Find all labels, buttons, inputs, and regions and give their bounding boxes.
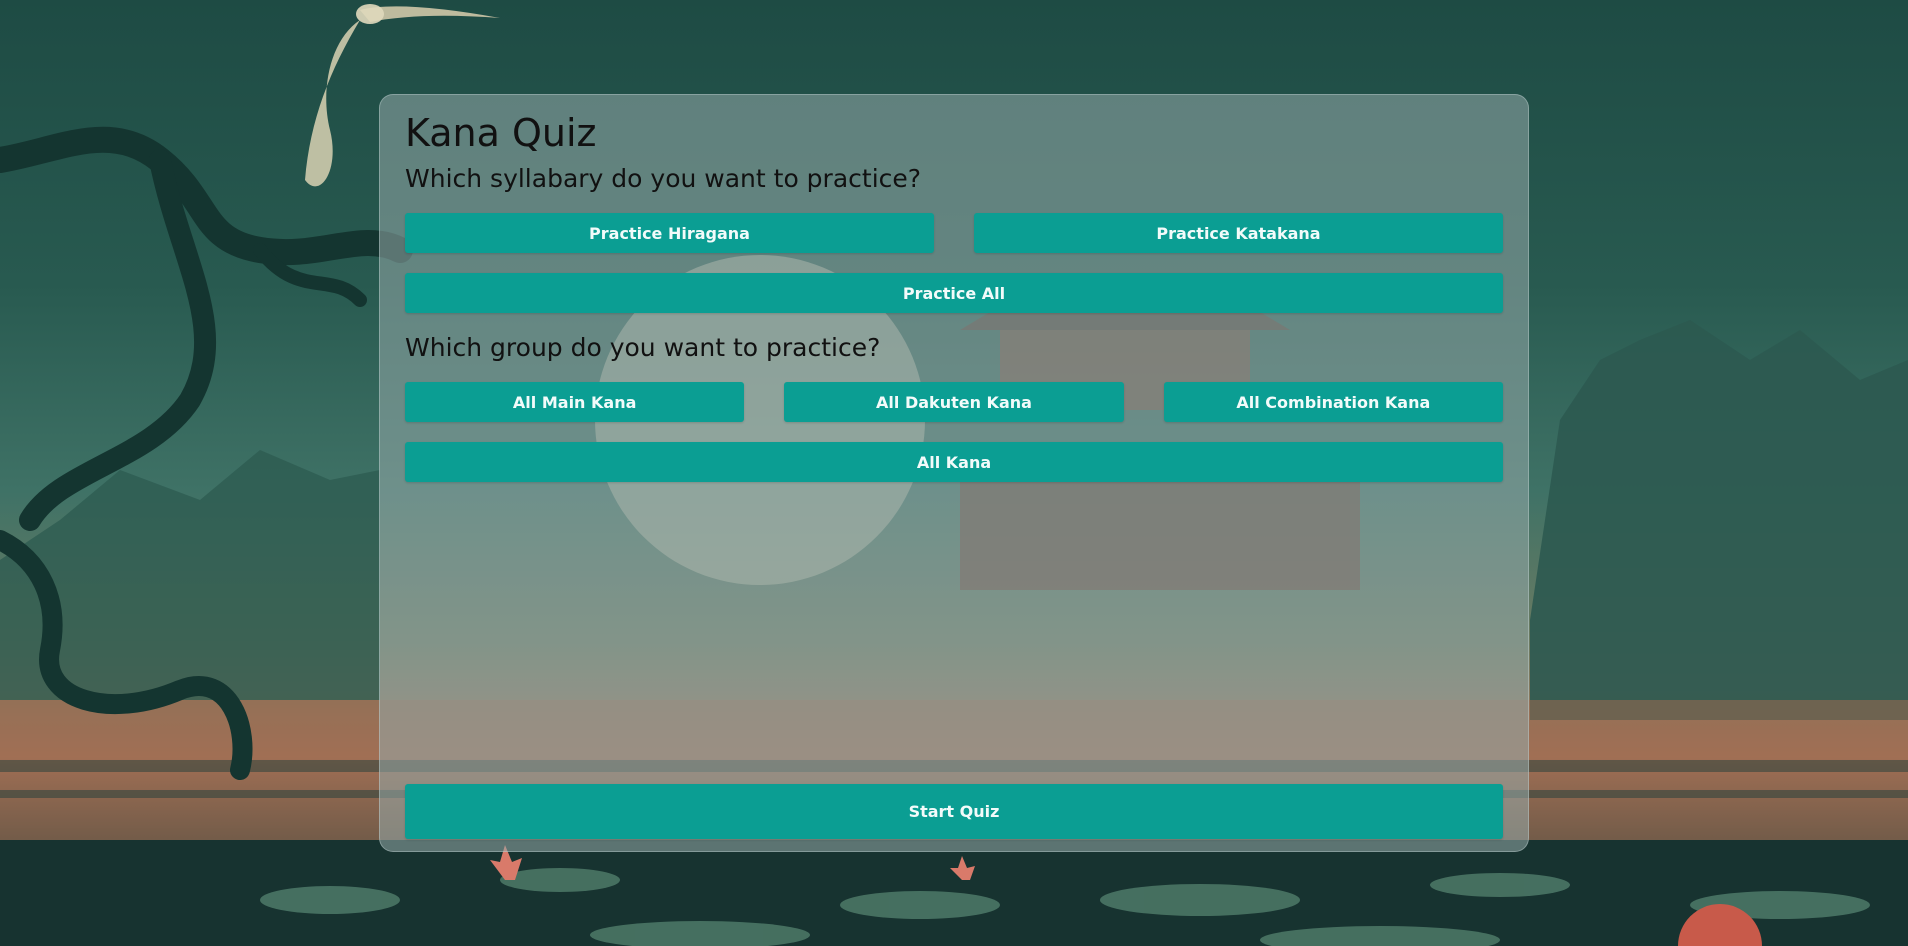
all-combination-kana-button[interactable]: All Combination Kana	[1163, 382, 1503, 422]
practice-hiragana-button[interactable]: Practice Hiragana	[405, 213, 934, 253]
start-quiz-button[interactable]: Start Quiz	[405, 784, 1503, 839]
syllabary-heading: Which syllabary do you want to practice?	[405, 164, 922, 193]
group-heading: Which group do you want to practice?	[405, 333, 881, 362]
quiz-settings-panel: Kana Quiz Which syllabary do you want to…	[379, 94, 1529, 852]
practice-katakana-button[interactable]: Practice Katakana	[974, 213, 1503, 253]
syllabary-all-row: Practice All	[405, 273, 1503, 313]
practice-all-button[interactable]: Practice All	[405, 273, 1503, 313]
group-all-row: All Kana	[405, 442, 1503, 482]
group-button-row: All Main Kana All Dakuten Kana All Combi…	[405, 382, 1503, 422]
all-main-kana-button[interactable]: All Main Kana	[405, 382, 745, 422]
page-title: Kana Quiz	[405, 111, 597, 155]
all-kana-button[interactable]: All Kana	[405, 442, 1503, 482]
syllabary-button-row: Practice Hiragana Practice Katakana	[405, 213, 1503, 253]
start-quiz-container: Start Quiz	[405, 784, 1503, 839]
all-dakuten-kana-button[interactable]: All Dakuten Kana	[784, 382, 1124, 422]
